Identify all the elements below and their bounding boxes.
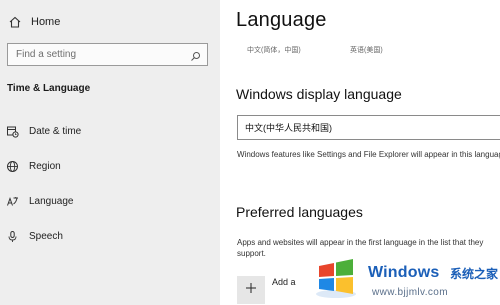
watermark-subtitle: 系统之家 xyxy=(450,267,499,281)
home-icon xyxy=(8,15,22,29)
current-language-label: 英语(美国) xyxy=(350,47,383,54)
plus-icon xyxy=(245,281,257,299)
add-language-label[interactable]: Add a xyxy=(272,277,296,287)
display-language-value: 中文(中华人民共和国) xyxy=(245,123,332,133)
home-label: Home xyxy=(31,16,61,28)
preferred-languages-heading: Preferred languages xyxy=(236,204,363,220)
microphone-icon xyxy=(6,230,19,243)
sidebar-item-language[interactable]: Language xyxy=(6,191,211,211)
search-box[interactable] xyxy=(7,43,208,66)
search-input[interactable] xyxy=(8,49,178,60)
watermark-title: Windows xyxy=(368,264,440,281)
windows-logo-icon xyxy=(310,254,362,300)
sidebar-item-speech[interactable]: Speech xyxy=(6,226,211,246)
sidebar-item-label: Date & time xyxy=(29,125,82,137)
display-language-heading: Windows display language xyxy=(236,86,402,102)
display-language-dropdown[interactable]: 中文(中华人民共和国) xyxy=(237,115,500,140)
sidebar: Home Time & Language Date & time Region … xyxy=(0,0,220,305)
nav-home[interactable]: Home xyxy=(8,12,208,32)
watermark: Windows 系统之家 www.bjjmlv.com xyxy=(305,252,500,305)
search-icon[interactable] xyxy=(190,49,201,61)
section-title: Time & Language xyxy=(7,83,91,94)
sidebar-item-label: Language xyxy=(29,195,74,207)
calendar-clock-icon xyxy=(6,125,19,138)
watermark-url: www.bjjmlv.com xyxy=(372,287,448,298)
add-language-button[interactable] xyxy=(237,276,265,304)
page-title: Language xyxy=(236,9,327,31)
sidebar-item-region[interactable]: Region xyxy=(6,156,211,176)
globe-icon xyxy=(6,160,19,173)
language-icon xyxy=(6,195,19,208)
current-language-label: 中文(简体，中国) xyxy=(247,47,301,54)
sidebar-item-date-time[interactable]: Date & time xyxy=(6,121,211,141)
sidebar-item-label: Region xyxy=(29,160,61,172)
display-language-description: Windows features like Settings and File … xyxy=(237,150,500,159)
sidebar-item-label: Speech xyxy=(29,230,63,242)
